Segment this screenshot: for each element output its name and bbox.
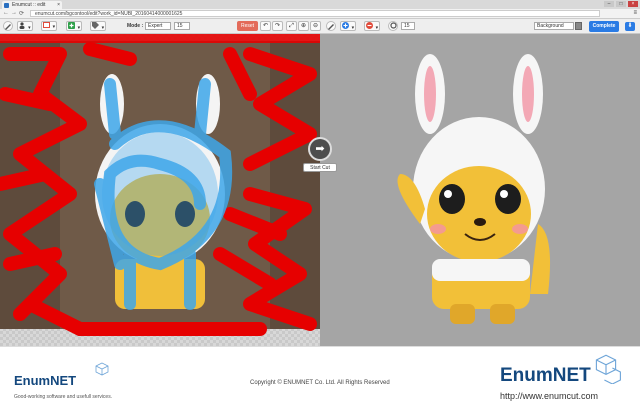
window-close-icon[interactable]: × (628, 1, 638, 7)
browser-tab[interactable]: Enumcut :: edit × (2, 1, 62, 9)
browser-menu-icon[interactable]: ≡ (633, 10, 637, 16)
window-controls: – □ × (604, 1, 638, 7)
zoom-out-icon[interactable]: ⊖ (310, 21, 321, 31)
enumnet-logo-right[interactable]: EnumNET (500, 365, 591, 387)
undo-icon[interactable]: ↶ (260, 21, 271, 31)
reset-button[interactable]: Reset (237, 21, 258, 31)
tab-title: Enumcut :: edit (12, 2, 46, 8)
copyright-text: Copyright © ENUMNET Co. Ltd. All Rights … (250, 380, 390, 386)
tag-icon[interactable] (90, 21, 106, 31)
reload-icon[interactable]: ⟳ (19, 10, 24, 17)
favicon-icon (4, 3, 9, 8)
mode-select[interactable]: Expert (145, 22, 171, 30)
minimize-icon[interactable]: – (604, 1, 614, 7)
person-icon[interactable] (17, 21, 33, 31)
layer-icon[interactable] (41, 21, 57, 31)
maximize-icon[interactable]: □ (616, 1, 626, 7)
background-select[interactable]: Background (534, 22, 574, 30)
back-icon[interactable]: ← (3, 10, 9, 16)
right-brush-size-input[interactable]: 15 (401, 22, 415, 30)
source-image-pane[interactable] (0, 34, 320, 346)
browser-titlebar: Enumcut :: edit × – □ × (0, 0, 640, 9)
tab-close-icon[interactable]: × (57, 1, 60, 9)
address-bar: ← → ⟳ enumcut.com/bgcontool/edit?work_id… (0, 9, 640, 19)
zoom-fit-icon[interactable]: ⤢ (286, 21, 297, 31)
editor-canvas: ➡ Start Cut (0, 34, 640, 346)
enumnet-logo-left[interactable]: EnumNET (14, 373, 76, 388)
zoom-in-icon[interactable]: ⊕ (298, 21, 309, 31)
plus-circle-icon[interactable] (340, 21, 356, 31)
download-icon[interactable]: ⬇ (625, 22, 635, 31)
url-field[interactable]: enumcut.com/bgcontool/edit?work_id=NUBI_… (30, 10, 600, 17)
start-cut-button[interactable]: ➡ (310, 139, 330, 159)
complete-button[interactable]: Complete (589, 21, 619, 32)
result-image-canvas (397, 54, 551, 324)
footer: EnumNET Good-working software and useful… (0, 346, 640, 414)
brush-icon[interactable] (3, 21, 13, 31)
start-cut-label: Start Cut (303, 163, 337, 172)
source-image-canvas[interactable] (0, 34, 320, 346)
tagline: Good-working software and usefull servic… (14, 394, 113, 400)
minus-circle-icon[interactable] (364, 21, 380, 31)
mode-label: Mode : (127, 23, 144, 29)
website-link[interactable]: http://www.enumcut.com (500, 391, 598, 401)
logo-cubes-right-icon (595, 354, 621, 384)
brush-right-icon[interactable] (326, 21, 336, 31)
background-color-swatch[interactable] (575, 22, 582, 30)
forward-icon[interactable]: → (11, 10, 17, 16)
logo-cubes-icon (95, 362, 109, 376)
brush-size-input[interactable]: 15 (174, 22, 190, 30)
redo-icon[interactable]: ↷ (272, 21, 283, 31)
editor-toolbar: Mode : Expert 15 Reset ↶ ↷ ⤢ ⊕ ⊖ 15 Back… (0, 19, 640, 34)
add-icon[interactable] (66, 21, 82, 31)
result-image-pane[interactable] (320, 34, 640, 346)
settings-icon[interactable] (388, 21, 398, 31)
